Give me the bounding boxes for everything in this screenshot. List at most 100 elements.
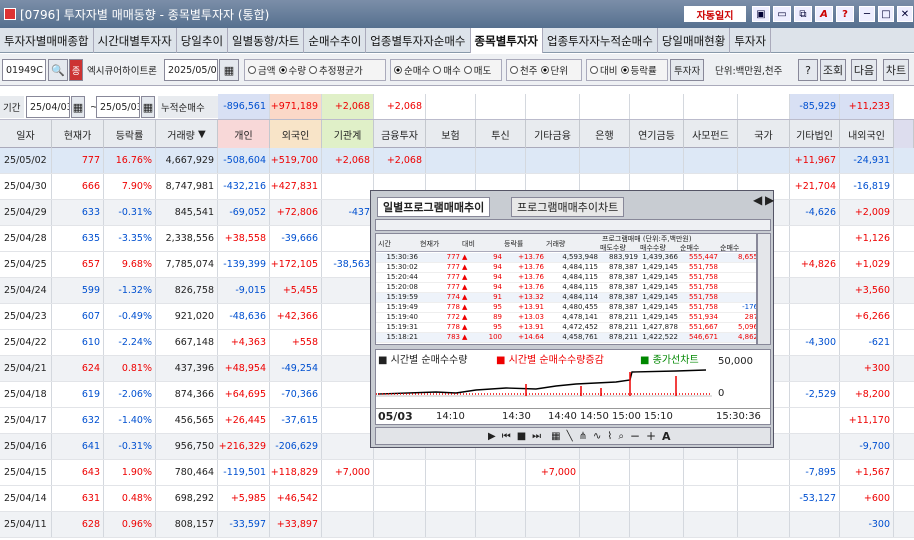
col-private-fund[interactable]: 사모펀드 [684, 120, 738, 148]
wave-icon[interactable]: ∿ [593, 431, 601, 442]
col-insurance[interactable]: 보험 [426, 120, 476, 148]
col-other-corp[interactable]: 기타법인 [790, 120, 840, 148]
investor-button[interactable]: 투자자 [670, 59, 704, 81]
date-input[interactable]: 2025/05/03 [164, 59, 218, 81]
amount-radio-group[interactable]: 금액 수량 추정평균가 [244, 59, 386, 81]
tab-time-investor[interactable]: 시간대별투자자 [94, 28, 177, 53]
cell-other-corp [790, 226, 840, 251]
popup-row[interactable]: 15:19:31 778 95 ▲ +13.91 4,472,452 878,211 1,42… [376, 323, 756, 333]
col-finance[interactable]: 금융투자 [374, 120, 426, 148]
window-icon-2[interactable]: ▭ [773, 6, 791, 22]
table-row[interactable]: 25/04/15 643 1.90% 780,464 -119,501 +118,829 +… [0, 460, 914, 486]
col-institution[interactable]: 기관계 [322, 120, 374, 148]
chart-tool-icon[interactable]: ⌇ [607, 431, 612, 442]
col-etc-finance[interactable]: 기타금융 [526, 120, 580, 148]
font-icon[interactable]: A [815, 6, 833, 22]
stock-type-icon[interactable]: 종 [69, 59, 83, 81]
unit-radio-group[interactable]: 천주 단위 [506, 59, 582, 81]
table-row[interactable]: 25/04/14 631 0.48% 698,292 +5,985 +46,542 -53,… [0, 486, 914, 512]
search-icon[interactable]: 🔍 [48, 59, 68, 81]
cell-price: 633 [52, 200, 104, 225]
col-bank[interactable]: 은행 [580, 120, 630, 148]
col-change-rate[interactable]: 등락률 [104, 120, 156, 148]
popup-row[interactable]: 15:19:40 772 89 ▲ +13.03 4,478,141 878,211 1,42… [376, 313, 756, 323]
zoom-out-icon[interactable]: − [630, 429, 640, 443]
col-volume[interactable]: 거래량 ▼ [156, 120, 218, 148]
tab-investor-more[interactable]: 투자자 [730, 28, 772, 53]
compare-radio-group[interactable]: 대비 등락률 [586, 59, 668, 81]
popup-row[interactable]: 15:19:49 778 95 ▲ +13.91 4,480,455 878,387 1,42… [376, 303, 756, 313]
col-individual[interactable]: 개인 [218, 120, 270, 148]
calendar-to-icon[interactable]: ▦ [141, 96, 155, 118]
next-button[interactable]: 다음 [851, 59, 877, 81]
popup-tab-chart[interactable]: 프로그램매매추이차트 [511, 197, 625, 217]
auto-lock-button[interactable]: 자동일지 [684, 6, 746, 22]
table-row[interactable]: 25/04/11 628 0.96% 808,157 -33,597 +33,897 -30… [0, 512, 914, 538]
col-date[interactable]: 일자 [0, 120, 52, 148]
tab-today-trade[interactable]: 당일매매현황 [658, 28, 731, 53]
tab-daily-chart[interactable]: 일별동향/차트 [228, 28, 305, 53]
minimize-icon[interactable]: ─ [859, 6, 875, 22]
col-foreign[interactable]: 외국인 [270, 120, 322, 148]
query-button[interactable]: 조회 [820, 59, 846, 81]
grid-icon[interactable]: ▦ [551, 431, 560, 442]
cum-pension [630, 94, 684, 119]
popup-row[interactable]: 15:30:02 777 94 ▲ +13.76 4,484,115 878,387 1,42… [376, 263, 756, 273]
popup-row[interactable]: 15:20:44 777 94 ▲ +13.76 4,484,115 878,387 1,42… [376, 273, 756, 283]
col-trust[interactable]: 투신 [476, 120, 526, 148]
sort-down-icon[interactable]: ▼ [198, 129, 206, 140]
table-row[interactable]: 25/05/02 777 16.76% 4,667,929 -508,604 +519,7… [0, 148, 914, 174]
stock-code-input[interactable]: 01949C [2, 59, 46, 81]
col-pension[interactable]: 연기금등 [630, 120, 684, 148]
zoom-in-icon[interactable]: + [646, 429, 656, 443]
period-from-input[interactable]: 25/04/03 [26, 96, 70, 118]
cell-institution: -437 [322, 200, 374, 225]
col-price[interactable]: 현재가 [52, 120, 104, 148]
popup-row[interactable]: 15:30:36 777 94 ▲ +13.76 4,593,948 883,919 1,43… [376, 253, 756, 263]
window-icon-1[interactable]: ▣ [752, 6, 770, 22]
cell-price: 624 [52, 356, 104, 381]
cell-insurance [426, 512, 476, 537]
calendar-icon[interactable]: ▦ [219, 59, 239, 81]
tab-stock-investor[interactable]: 종목별투자자 [470, 28, 544, 53]
col-nation[interactable]: 국가 [738, 120, 790, 148]
cell-price: 631 [52, 486, 104, 511]
cell-foreign: +42,366 [270, 304, 322, 329]
line-tool-icon[interactable]: ╲ [567, 431, 573, 442]
play-icon[interactable]: ▶ [488, 431, 496, 442]
popup-row[interactable]: 15:19:59 774 91 ▲ +13.32 4,484,114 878,387 1,42… [376, 293, 756, 303]
tab-investor-summary[interactable]: 투자자별매매종합 [0, 28, 94, 53]
popup-cell: 15:20:44 [386, 273, 418, 281]
popup-next-icon[interactable]: ▶ [765, 193, 774, 207]
popup-row[interactable]: 15:20:08 777 94 ▲ +13.76 4,484,115 878,387 1,42… [376, 283, 756, 293]
buy-sell-radio-group[interactable]: 순매수 매수 매도 [390, 59, 502, 81]
col-domestic-foreign[interactable]: 내외국인 [840, 120, 894, 148]
rewind-icon[interactable]: ⏮ [502, 431, 511, 442]
popup-row[interactable]: 15:18:21 783 100 ▲ +14.64 4,458,761 878,211 1,4… [376, 333, 756, 343]
popup-prev-icon[interactable]: ◀ [753, 193, 762, 207]
help-button[interactable]: ? [798, 59, 818, 81]
popup-col: 시간 [378, 240, 391, 248]
popup-tab-daily[interactable]: 일별프로그램매매추이 [377, 197, 491, 217]
text-tool-icon[interactable]: A [662, 430, 671, 443]
stop-icon[interactable]: ■ [517, 431, 526, 442]
popup-cell: 1,429,145 [642, 283, 678, 291]
chart-button[interactable]: 차트 [883, 59, 909, 81]
cell-date: 25/04/11 [0, 512, 52, 537]
calendar-from-icon[interactable]: ▦ [71, 96, 85, 118]
help-icon[interactable]: ? [836, 6, 854, 22]
fork-icon[interactable]: ⋔ [579, 431, 587, 442]
period-to-input[interactable]: 25/05/03 [96, 96, 140, 118]
maximize-icon[interactable]: □ [878, 6, 894, 22]
tab-sector-investor[interactable]: 업종별투자자순매수 [366, 28, 471, 53]
close-icon[interactable]: ✕ [897, 6, 913, 22]
tab-net-buy-trend[interactable]: 순매수추이 [304, 28, 367, 53]
popup-scrollbar[interactable] [757, 233, 771, 345]
zoom-icon[interactable]: ⌕ [618, 431, 624, 442]
popup-cell: 777 [446, 253, 460, 261]
window-icon-3[interactable]: ⧉ [794, 6, 812, 22]
fast-forward-icon[interactable]: ⏭ [532, 431, 541, 442]
popup-toolbar[interactable] [375, 219, 771, 231]
tab-today-trend[interactable]: 당일추이 [177, 28, 229, 53]
tab-sector-cumulative[interactable]: 업종투자자누적순매수 [543, 28, 658, 53]
